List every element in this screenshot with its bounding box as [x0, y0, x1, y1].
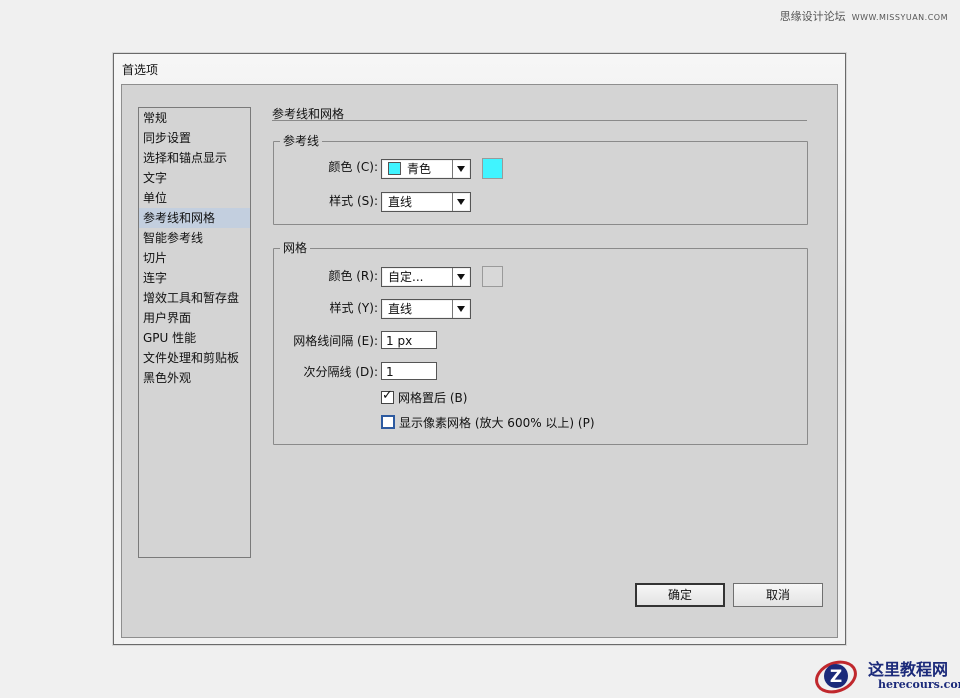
subdivisions-input[interactable]: 1	[381, 362, 437, 380]
category-item[interactable]: 文件处理和剪贴板	[139, 348, 250, 368]
guides-color-swatch[interactable]	[482, 158, 503, 179]
grid-legend: 网格	[280, 240, 311, 256]
category-item[interactable]: 文字	[139, 168, 250, 188]
grid-style-label: 样式 (Y):	[329, 301, 378, 315]
category-list: 常规 同步设置 选择和锚点显示 文字 单位 参考线和网格 智能参考线 切片 连字 增效工具和暂存盘…	[138, 107, 251, 558]
dropdown-arrow-icon[interactable]	[452, 300, 470, 318]
grid-color-label: 颜色 (R):	[328, 269, 378, 283]
show-pixel-grid-row[interactable]: 显示像素网格 (放大 600% 以上) (P)	[381, 415, 595, 431]
category-item[interactable]: 连字	[139, 268, 250, 288]
category-item[interactable]: 常规	[139, 108, 250, 128]
guides-color-select[interactable]: 青色	[381, 159, 471, 179]
category-item[interactable]: 黑色外观	[139, 368, 250, 388]
gridline-every-label: 网格线间隔 (E):	[293, 334, 378, 348]
ok-button[interactable]: 确定	[635, 583, 725, 607]
section-title: 参考线和网格	[272, 107, 345, 121]
logo-emblem-icon: Z	[815, 660, 857, 694]
logo-letter: Z	[830, 667, 842, 687]
grid-color-swatch[interactable]	[482, 266, 503, 287]
grid-style-value: 直线	[388, 302, 413, 316]
show-pixel-grid-checkbox[interactable]	[381, 415, 395, 429]
guides-legend: 参考线	[280, 133, 323, 149]
category-item[interactable]: 同步设置	[139, 128, 250, 148]
category-item[interactable]: GPU 性能	[139, 328, 250, 348]
category-item[interactable]: 单位	[139, 188, 250, 208]
watermark-text: 思缘设计论坛	[779, 10, 846, 23]
grid-group: 网格 颜色 (R): 自定... 样式 (Y): 直线 网格线间隔 (E): 1…	[273, 240, 808, 445]
logo-cn-text: 这里教程网	[868, 660, 949, 679]
section-divider	[272, 120, 807, 121]
guides-color-label: 颜色 (C):	[328, 160, 378, 174]
guides-color-value-wrap: 青色	[388, 160, 431, 178]
cyan-swatch-icon	[388, 162, 401, 175]
category-item[interactable]: 参考线和网格	[139, 208, 250, 228]
dialog-title: 首选项	[122, 63, 159, 77]
cancel-button[interactable]: 取消	[733, 583, 823, 607]
preferences-dialog: 首选项 常规 同步设置 选择和锚点显示 文字 单位 参考线和网格 智能参考线 切片 连字 增效工具…	[113, 53, 846, 645]
grid-color-select[interactable]: 自定...	[381, 267, 471, 287]
show-pixel-grid-label: 显示像素网格 (放大 600% 以上) (P)	[399, 416, 595, 430]
guides-style-select[interactable]: 直线	[381, 192, 471, 212]
grid-color-value: 自定...	[388, 270, 424, 284]
category-item[interactable]: 智能参考线	[139, 228, 250, 248]
dropdown-arrow-icon[interactable]	[452, 268, 470, 286]
gridline-every-input[interactable]: 1 px	[381, 331, 437, 349]
grids-in-back-row[interactable]: 网格置后 (B)	[381, 388, 468, 406]
logo-en-text: herecours.com	[878, 678, 960, 691]
guides-style-value: 直线	[388, 195, 413, 209]
section-heading: 参考线和网格	[272, 105, 807, 124]
grids-in-back-checkbox[interactable]	[381, 388, 394, 404]
guides-group: 参考线 颜色 (C): 青色 样式 (S): 直线	[273, 133, 808, 225]
dropdown-arrow-icon[interactable]	[452, 160, 470, 178]
site-logo: Z 这里教程网 herecours.com	[812, 654, 960, 698]
subdivisions-label: 次分隔线 (D):	[303, 365, 378, 379]
grids-in-back-label: 网格置后 (B)	[398, 391, 468, 405]
dropdown-arrow-icon[interactable]	[452, 193, 470, 211]
guides-style-label: 样式 (S):	[329, 194, 378, 208]
guides-color-value: 青色	[407, 162, 432, 176]
category-item[interactable]: 用户界面	[139, 308, 250, 328]
grid-style-select[interactable]: 直线	[381, 299, 471, 319]
watermark-top: 思缘设计论坛 WWW.MISSYUAN.COM	[780, 8, 948, 24]
category-item[interactable]: 选择和锚点显示	[139, 148, 250, 168]
dialog-client: 常规 同步设置 选择和锚点显示 文字 单位 参考线和网格 智能参考线 切片 连字 增效工具和暂存盘…	[121, 84, 838, 638]
category-item[interactable]: 增效工具和暂存盘	[139, 288, 250, 308]
category-item[interactable]: 切片	[139, 248, 250, 268]
watermark-url: WWW.MISSYUAN.COM	[851, 13, 948, 22]
